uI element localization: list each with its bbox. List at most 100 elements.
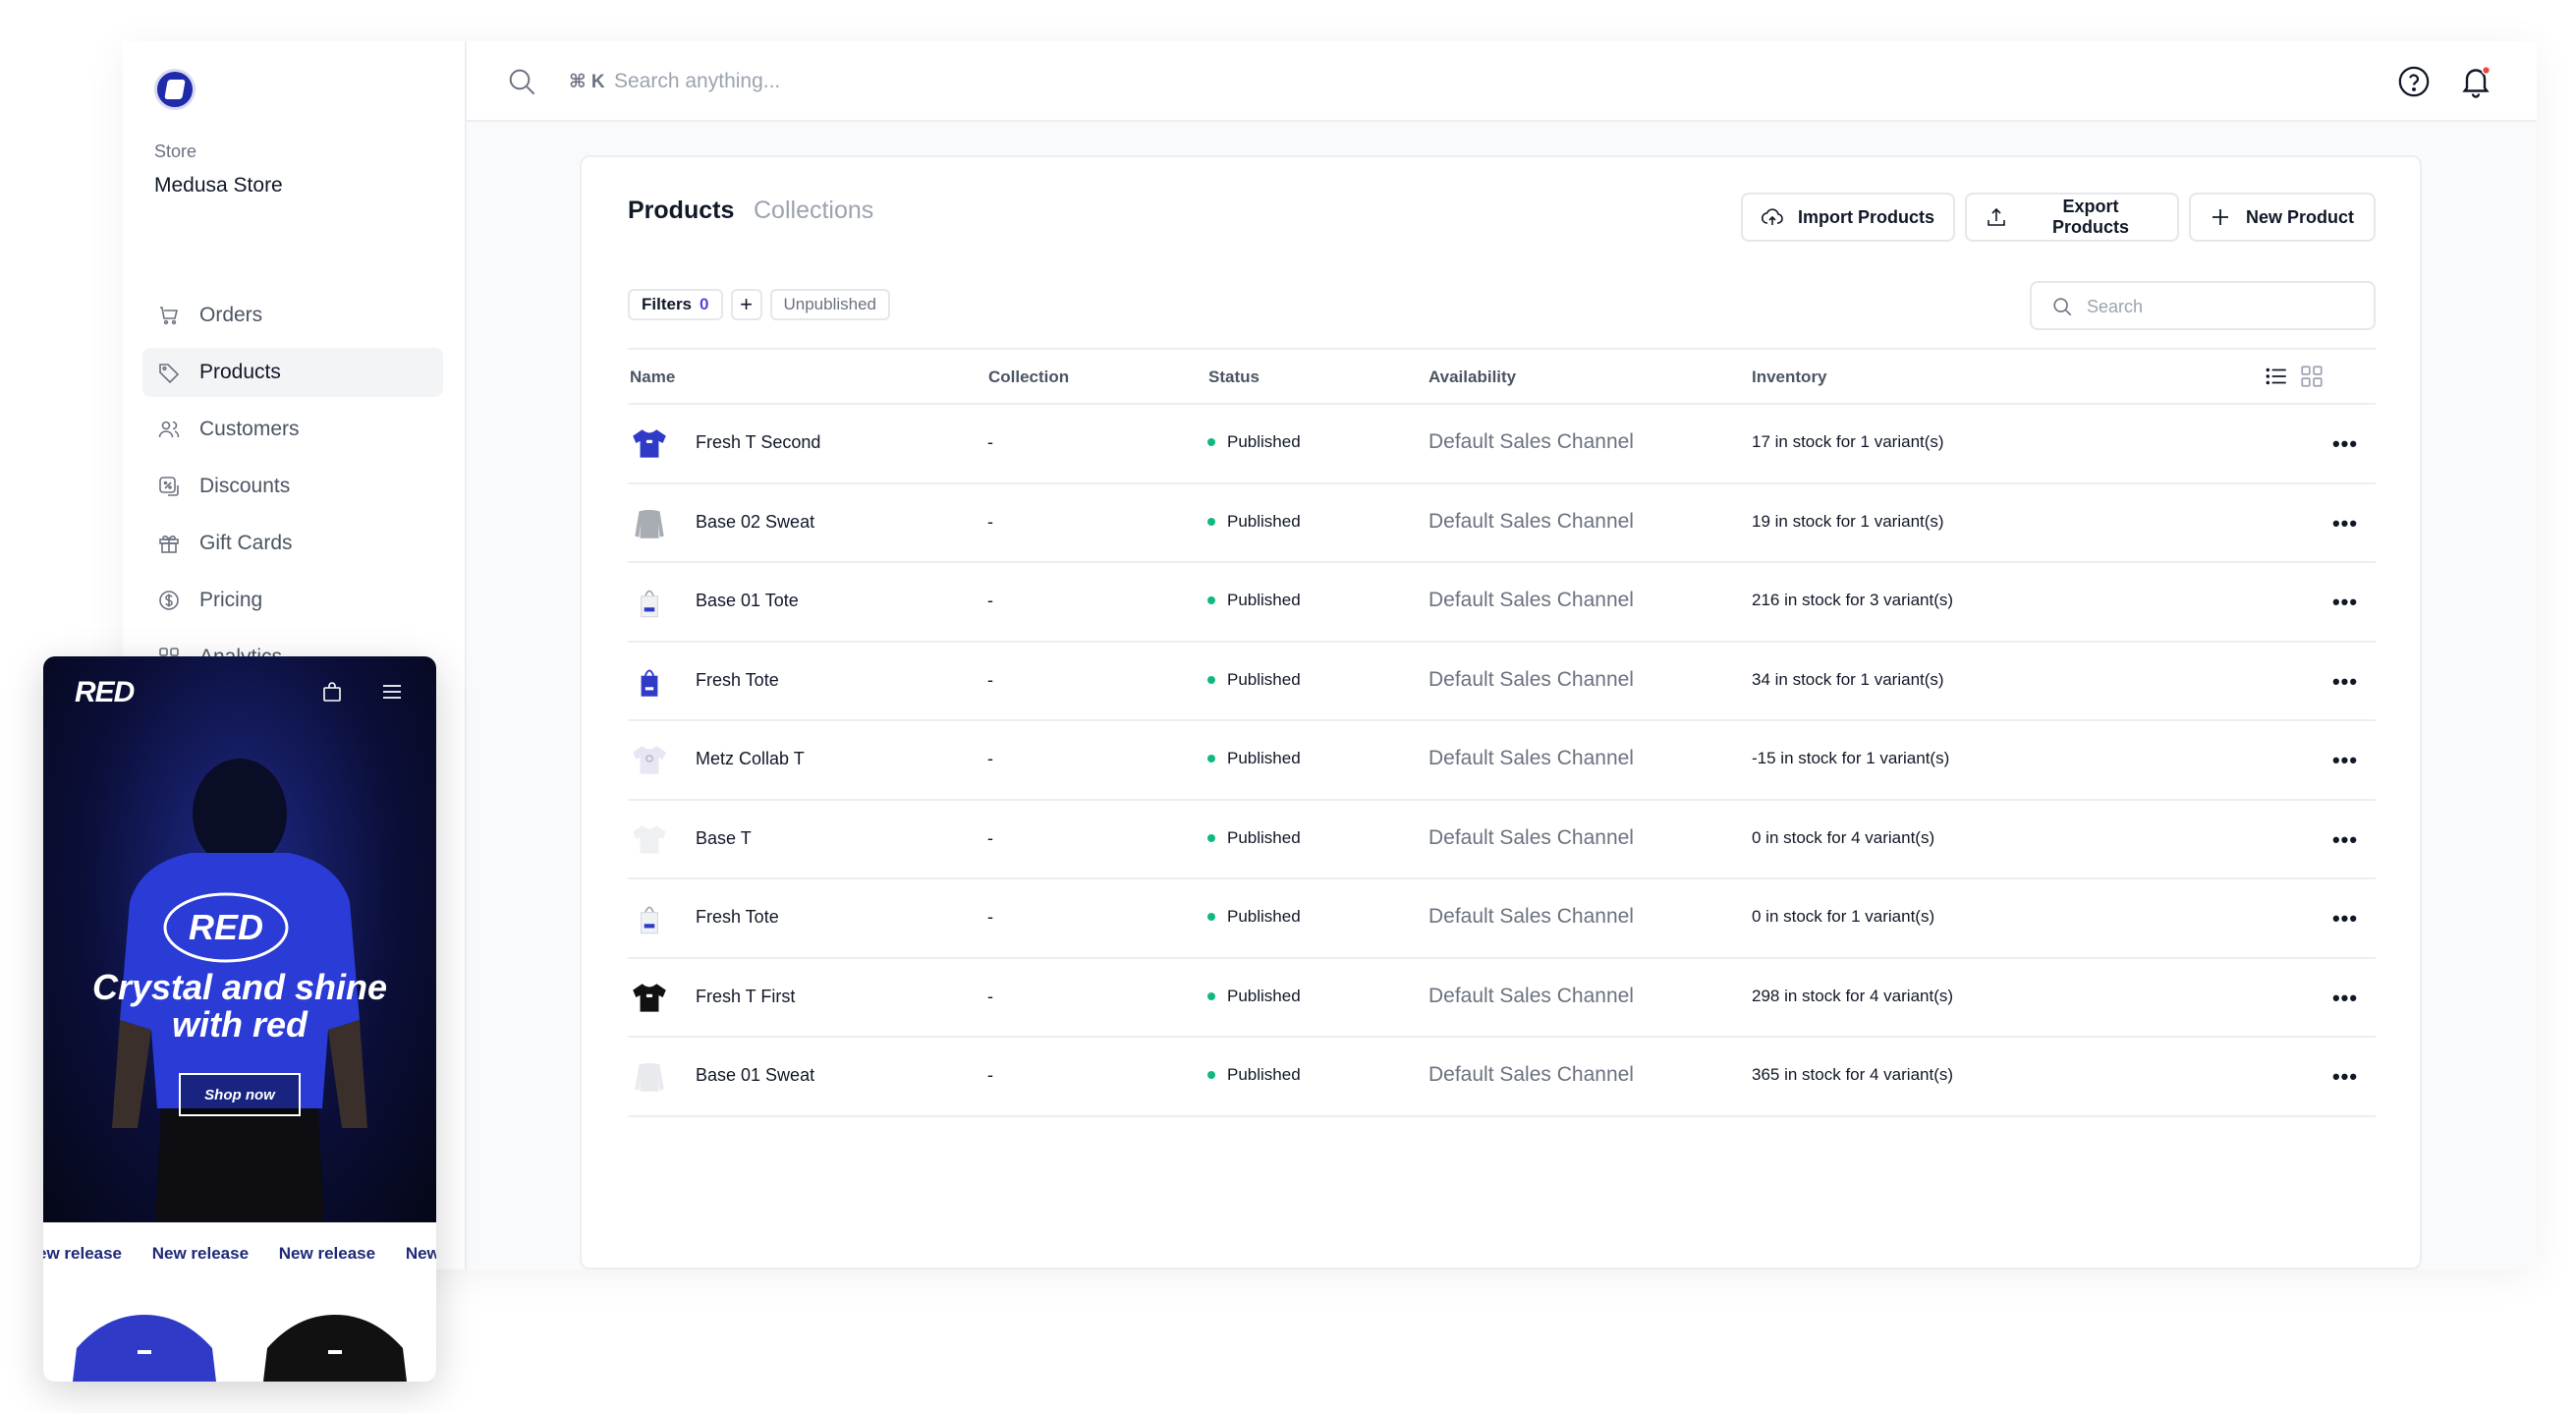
status-dot: [1207, 991, 1215, 1000]
product-name[interactable]: Fresh T Second: [696, 432, 820, 453]
row-actions-menu-icon[interactable]: •••: [2327, 426, 2363, 462]
status-label: Published: [1227, 749, 1301, 767]
shopping-bag-icon[interactable]: [320, 680, 344, 704]
export-products-button[interactable]: Export Products: [1965, 193, 2179, 242]
products-table: Name Collection Status Availability Inve…: [628, 348, 2376, 1117]
sidebar-item-pricing[interactable]: Pricing: [142, 576, 443, 625]
main-content: Products Collections Import Products Exp…: [467, 122, 2537, 1270]
product-name[interactable]: Fresh T First: [696, 987, 795, 1007]
row-actions-menu-icon[interactable]: •••: [2327, 585, 2363, 620]
product-search-input[interactable]: [2087, 293, 2362, 320]
app-window: Store Medusa Store Orders Products Custo…: [123, 41, 2537, 1270]
new-product-button[interactable]: New Product: [2189, 193, 2376, 242]
shop-now-button[interactable]: Shop now: [179, 1073, 301, 1116]
sidebar-item-customers[interactable]: Customers: [142, 405, 443, 454]
column-header-inventory[interactable]: Inventory: [1752, 367, 1827, 387]
global-search-input[interactable]: [614, 65, 1105, 98]
status-dot: [1207, 1071, 1215, 1079]
status-label: Published: [1227, 1065, 1301, 1084]
table-row[interactable]: Fresh T First - Published Default Sales …: [628, 959, 2376, 1038]
product-name[interactable]: Base 01 Tote: [696, 591, 799, 611]
filters-button[interactable]: Filters 0: [628, 289, 723, 320]
product-inventory: -15 in stock for 1 variant(s): [1752, 749, 1950, 767]
product-thumbnail: [628, 739, 671, 782]
row-actions-menu-icon[interactable]: •••: [2327, 822, 2363, 858]
product-name[interactable]: Base 01 Sweat: [696, 1065, 814, 1086]
users-icon: [156, 417, 182, 442]
column-header-status[interactable]: Status: [1208, 367, 1260, 387]
sidebar-item-label: Gift Cards: [199, 532, 293, 554]
filter-bar: Filters 0 + Unpublished: [628, 289, 898, 320]
ticker-item[interactable]: New release: [152, 1244, 249, 1263]
table-row[interactable]: Base T - Published Default Sales Channel…: [628, 801, 2376, 879]
product-thumbnail: [628, 1055, 671, 1099]
grid-view-icon[interactable]: [2299, 364, 2324, 389]
status-label: Published: [1227, 907, 1301, 926]
table-row[interactable]: Base 01 Tote - Published Default Sales C…: [628, 563, 2376, 643]
row-actions-menu-icon[interactable]: •••: [2327, 1059, 2363, 1095]
list-view-icon[interactable]: [2264, 364, 2289, 389]
blue-tee-product-image[interactable]: [67, 1309, 222, 1382]
row-actions-menu-icon[interactable]: •••: [2327, 981, 2363, 1016]
ticker-item[interactable]: ew release: [43, 1244, 122, 1263]
column-header-availability[interactable]: Availability: [1428, 367, 1516, 387]
sidebar-item-products[interactable]: Products: [142, 348, 443, 397]
product-status: Published: [1207, 907, 1301, 927]
table-row[interactable]: Fresh Tote - Published Default Sales Cha…: [628, 879, 2376, 959]
table-row[interactable]: Metz Collab T - Published Default Sales …: [628, 721, 2376, 801]
ticker-item[interactable]: New release: [279, 1244, 375, 1263]
search-icon[interactable]: [506, 66, 537, 97]
store-name[interactable]: Medusa Store: [154, 174, 283, 198]
table-row[interactable]: Fresh Tote - Published Default Sales Cha…: [628, 643, 2376, 721]
row-actions-menu-icon[interactable]: •••: [2327, 743, 2363, 778]
black-tee-product-image[interactable]: [257, 1309, 413, 1382]
sidebar-item-orders[interactable]: Orders: [142, 291, 443, 340]
white-tee-icon: [633, 824, 666, 854]
product-status: Published: [1207, 591, 1301, 610]
product-collection: -: [987, 1065, 993, 1085]
status-label: Published: [1227, 432, 1301, 451]
product-name[interactable]: Fresh Tote: [696, 670, 779, 691]
product-name[interactable]: Metz Collab T: [696, 749, 805, 769]
product-inventory: 0 in stock for 4 variant(s): [1752, 827, 1935, 847]
help-icon[interactable]: [2397, 65, 2431, 98]
product-availability: Default Sales Channel: [1428, 589, 1634, 611]
tab-collections[interactable]: Collections: [754, 197, 873, 225]
discount-icon: [156, 474, 182, 499]
table-row[interactable]: Base 02 Sweat - Published Default Sales …: [628, 484, 2376, 563]
row-actions-menu-icon[interactable]: •••: [2327, 901, 2363, 936]
filters-label: Filters: [642, 295, 693, 313]
filter-chip-unpublished[interactable]: Unpublished: [769, 289, 891, 320]
white-sweat-icon: [635, 1062, 664, 1092]
status-dot: [1207, 517, 1215, 526]
table-row[interactable]: Base 01 Sweat - Published Default Sales …: [628, 1038, 2376, 1117]
export-products-label: Export Products: [2051, 197, 2129, 237]
sidebar-item-label: Customers: [199, 418, 300, 440]
add-filter-button[interactable]: +: [730, 289, 762, 320]
table-row[interactable]: Fresh T Second - Published Default Sales…: [628, 405, 2376, 484]
sidebar-item-gift-cards[interactable]: Gift Cards: [142, 519, 443, 568]
product-thumbnail: [628, 581, 671, 624]
sidebar-item-discounts[interactable]: Discounts: [142, 462, 443, 511]
tab-products[interactable]: Products: [628, 197, 734, 225]
column-header-name[interactable]: Name: [630, 367, 675, 387]
row-actions-menu-icon[interactable]: •••: [2327, 664, 2363, 700]
store-logo[interactable]: [154, 69, 196, 110]
column-header-collection[interactable]: Collection: [988, 367, 1069, 387]
dollar-icon: [156, 588, 182, 613]
hero-banner: RED RED Crystal and shine with red Shop …: [43, 656, 436, 1222]
product-status: Published: [1207, 670, 1301, 690]
product-thumbnail: [628, 897, 671, 940]
product-availability: Default Sales Channel: [1428, 509, 1634, 533]
product-collection: -: [987, 591, 993, 610]
blue-tote-icon: [641, 669, 658, 697]
product-name[interactable]: Fresh Tote: [696, 907, 779, 928]
hamburger-menu-icon[interactable]: [379, 680, 405, 704]
notification-bell-icon[interactable]: [2458, 63, 2493, 98]
product-name[interactable]: Base T: [696, 828, 752, 849]
brand-logo[interactable]: RED: [75, 676, 135, 709]
row-actions-menu-icon[interactable]: •••: [2327, 506, 2363, 541]
product-name[interactable]: Base 02 Sweat: [696, 512, 814, 533]
import-products-button[interactable]: Import Products: [1741, 193, 1955, 242]
ticker-item[interactable]: New: [406, 1244, 436, 1263]
